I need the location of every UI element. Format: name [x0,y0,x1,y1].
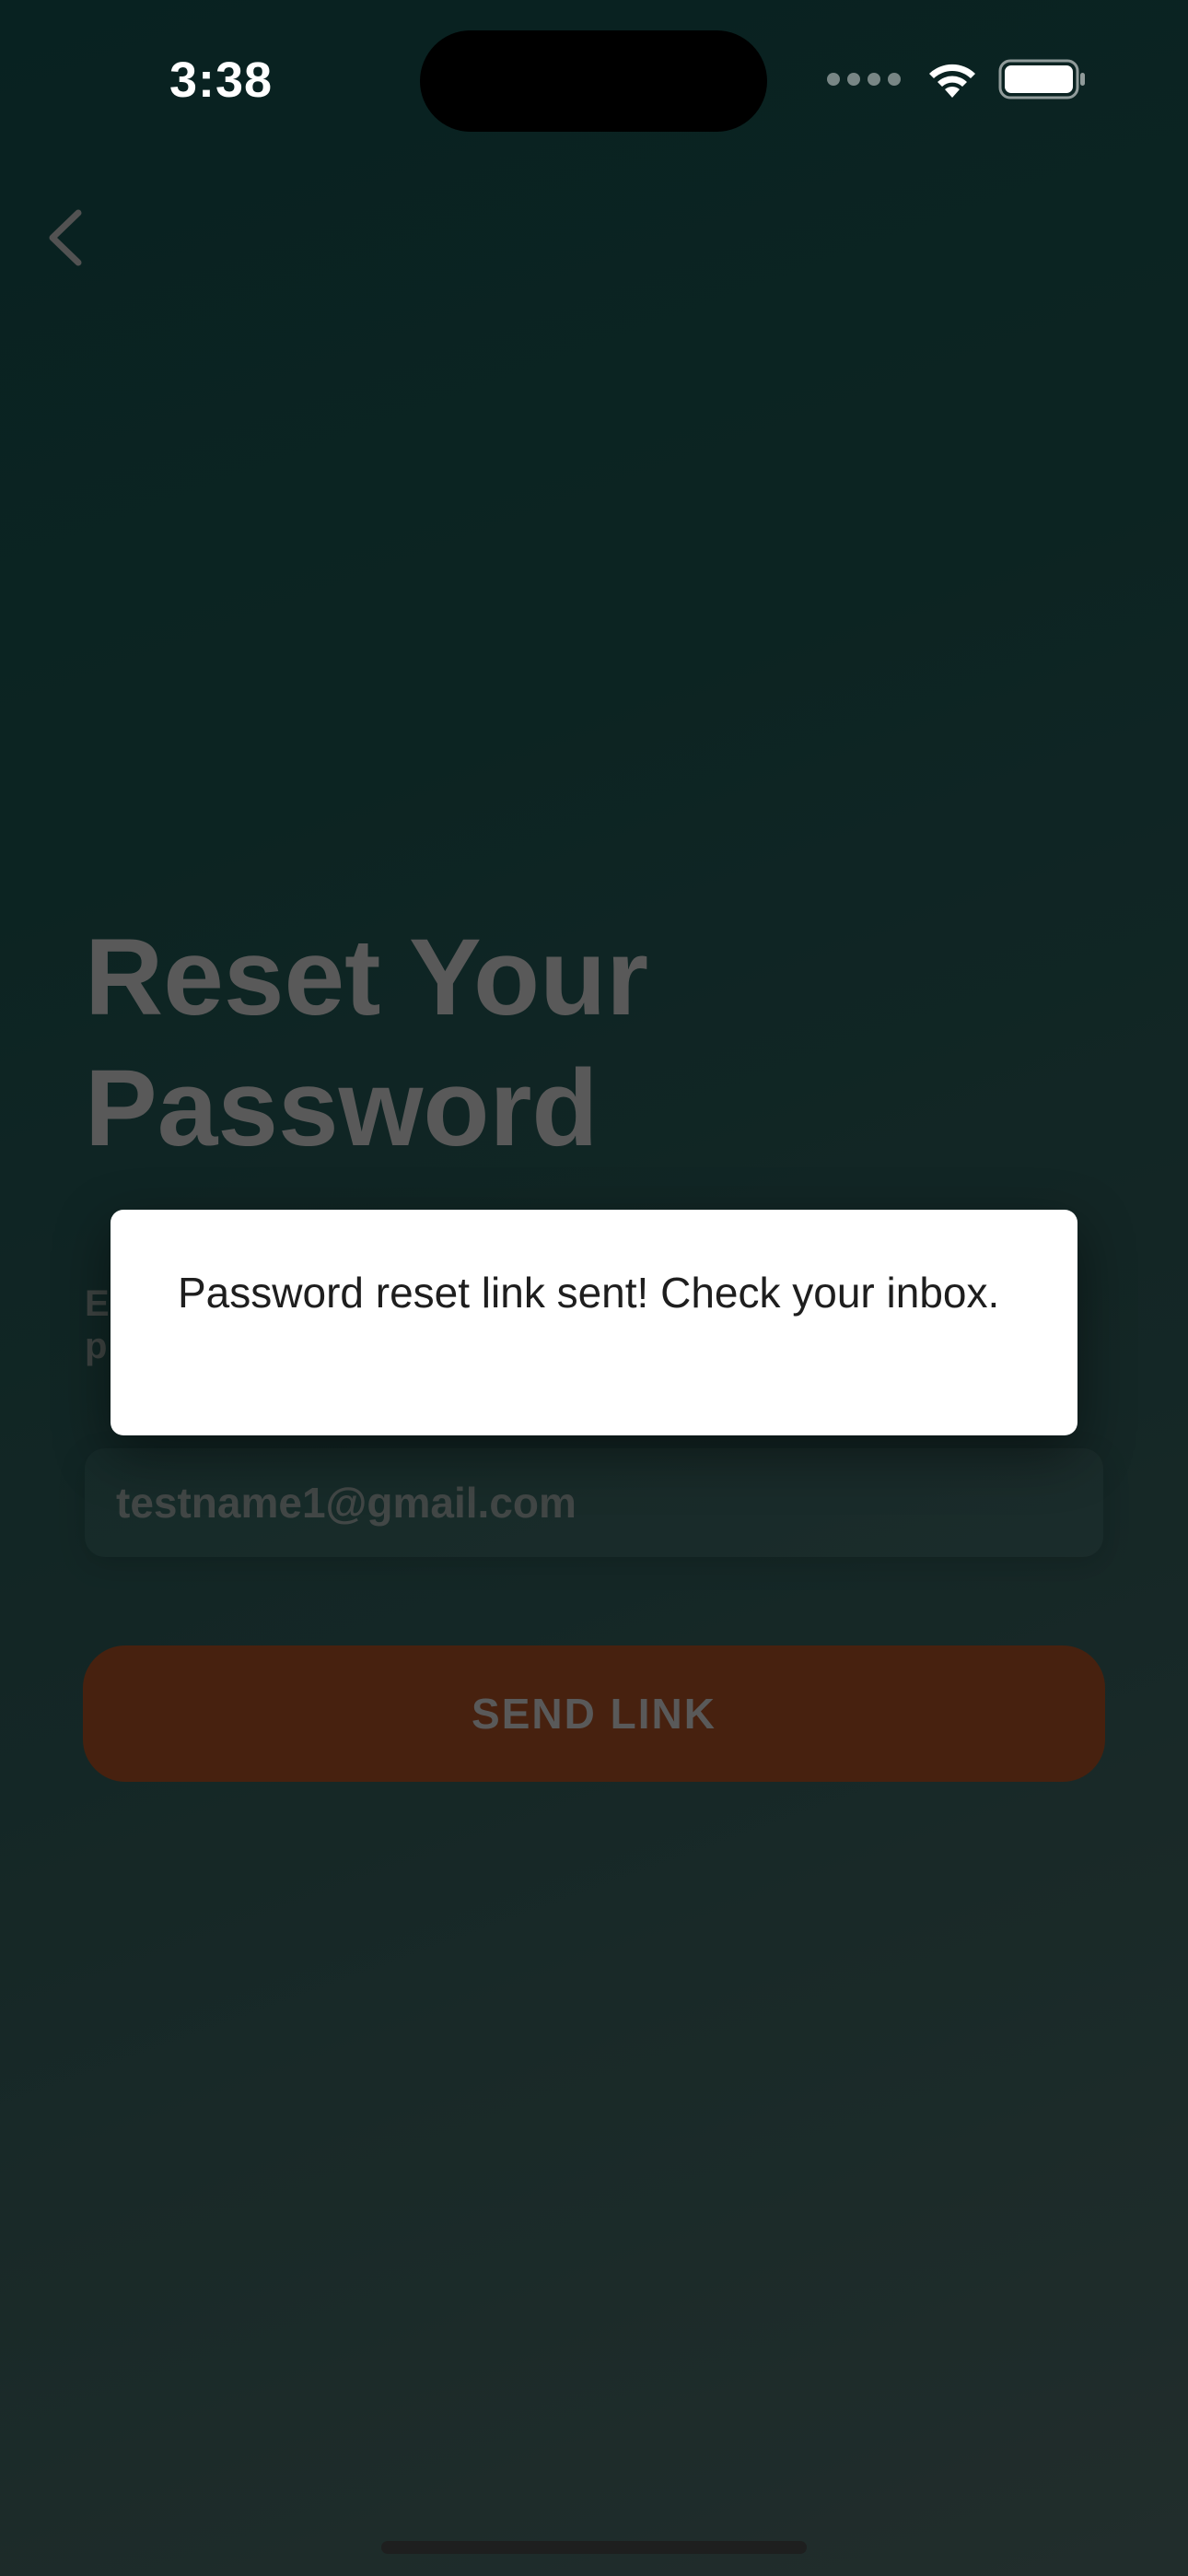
toast-text: Password reset link sent! Check your inb… [178,1269,1000,1317]
status-time: 3:38 [169,53,274,108]
status-icons [827,55,1087,103]
signal-dots-icon [827,73,901,86]
wifi-icon [929,64,975,98]
battery-icon [998,59,1085,100]
reset-password-screen: Reset Your Password E p testname1@gmail.… [0,0,1188,2576]
dynamic-island [420,30,767,132]
toast-message: Password reset link sent! Check your inb… [111,1210,1077,1435]
home-indicator[interactable] [381,2541,807,2554]
